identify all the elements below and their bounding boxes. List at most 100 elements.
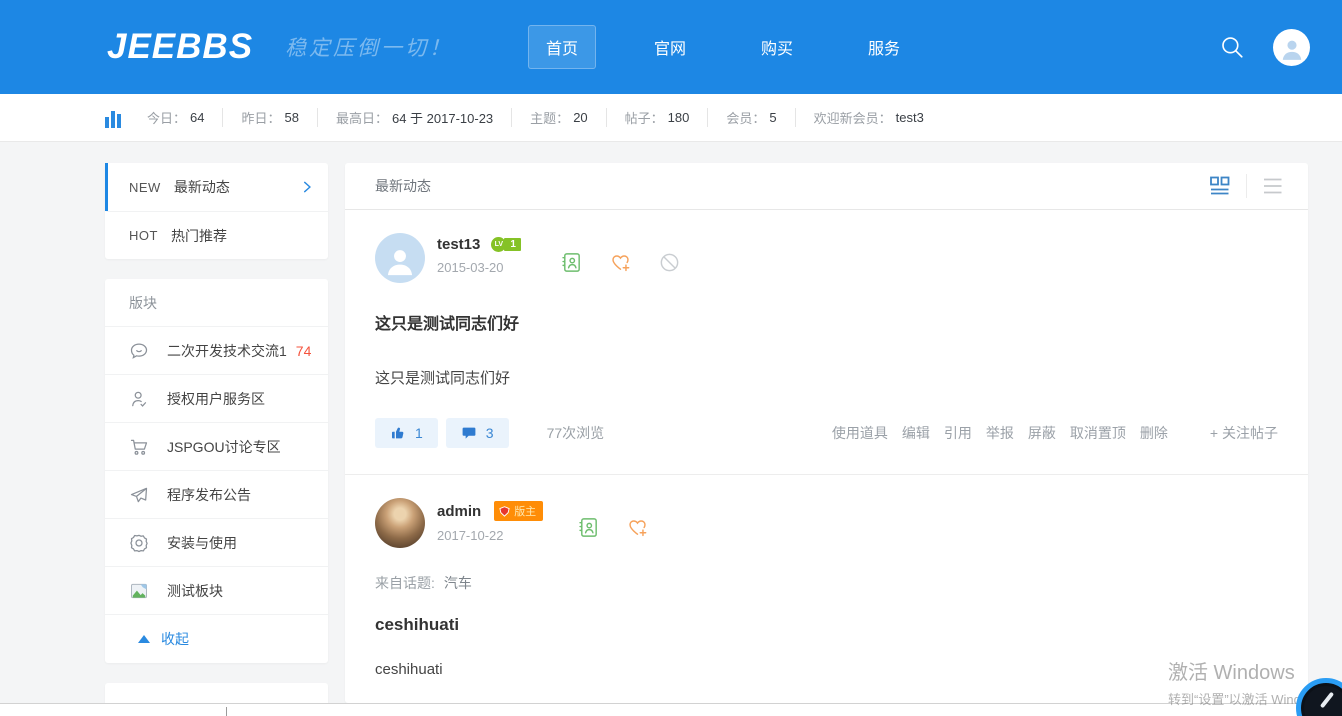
- like-button[interactable]: 1: [375, 418, 438, 448]
- user-avatar[interactable]: [1273, 28, 1310, 66]
- stat-today: 今日： 64: [147, 110, 205, 126]
- site-logo[interactable]: JEEBBS: [107, 27, 253, 67]
- post-body: ceshihuati: [375, 661, 443, 678]
- post-date: 2017-10-22: [437, 528, 504, 543]
- sidebar: NEW 最新动态 HOT 热门推荐 版块 二次开发技术交流1 74 授权用户服务…: [105, 163, 328, 716]
- image-icon: [131, 583, 147, 598]
- bottom-bar: [0, 703, 1342, 716]
- bottom-bar-tick: [226, 707, 227, 716]
- moderator-badge: 版主: [494, 501, 544, 521]
- nav-item-services[interactable]: 服务: [851, 26, 917, 68]
- newest-member-name[interactable]: test3: [896, 110, 924, 125]
- action-use-props[interactable]: 使用道具: [832, 423, 888, 443]
- panel-title: 最新动态: [375, 178, 431, 194]
- post-date: 2015-03-20: [437, 260, 504, 275]
- post-item: admin 版主 2017-10-22 来自话题: 汽车 ceshihuati: [345, 474, 1308, 678]
- shield-icon: [499, 505, 510, 517]
- collapse-boards-button[interactable]: 收起: [105, 615, 328, 663]
- top-header: JEEBBS 稳定压倒一切！ 首页 官网 购买 服务: [0, 0, 1342, 94]
- block-icon[interactable]: [658, 251, 681, 274]
- card-view-icon[interactable]: [1208, 174, 1232, 198]
- view-count: 77次浏览: [546, 425, 605, 441]
- board-label: 测试板块: [167, 582, 223, 599]
- board-item-install-usage[interactable]: 安装与使用: [105, 519, 328, 567]
- sidebar-item-hot[interactable]: HOT 热门推荐: [105, 211, 328, 259]
- tag-new: NEW: [129, 179, 161, 195]
- tag-hot: HOT: [129, 228, 158, 243]
- collapse-arrow-icon: [138, 635, 150, 643]
- post-title[interactable]: 这只是测试同志们好: [375, 310, 1278, 334]
- contact-card-icon[interactable]: [577, 516, 600, 539]
- board-item-announcements[interactable]: 程序发布公告: [105, 471, 328, 519]
- user-check-icon: [132, 391, 147, 407]
- comment-icon: [462, 427, 476, 439]
- contact-card-icon[interactable]: [560, 251, 583, 274]
- action-report[interactable]: 举报: [986, 423, 1014, 443]
- post-actions: 使用道具 编辑 引用 举报 屏蔽 取消置顶 删除: [832, 423, 1168, 443]
- sidebar-quick-card: NEW 最新动态 HOT 热门推荐: [105, 163, 328, 259]
- person-icon: [387, 250, 413, 276]
- board-label: 程序发布公告: [167, 486, 251, 503]
- action-delete[interactable]: 删除: [1140, 423, 1168, 443]
- action-hide[interactable]: 屏蔽: [1028, 423, 1056, 443]
- post-item: test13 LV 1 2015-03-20 这只是测试同志们好 这只是测试同志们…: [345, 210, 1308, 448]
- action-quote[interactable]: 引用: [944, 423, 972, 443]
- board-label: 授权用户服务区: [167, 390, 265, 407]
- person-icon: [1282, 40, 1301, 60]
- cart-icon: [130, 439, 148, 455]
- stat-topics: 主题： 20: [511, 108, 588, 127]
- sidebar-boards-card: 版块 二次开发技术交流1 74 授权用户服务区 JSPGOU讨论专区 程序发布公…: [105, 279, 328, 663]
- site-tagline: 稳定压倒一切！: [285, 36, 454, 60]
- stat-yesterday: 昨日： 58: [222, 108, 299, 127]
- comment-button[interactable]: 3: [445, 418, 509, 448]
- stat-members: 会员： 5: [707, 108, 777, 127]
- post-author-name[interactable]: test13: [437, 236, 480, 253]
- action-edit[interactable]: 编辑: [902, 423, 930, 443]
- board-item-test-board[interactable]: 测试板块: [105, 567, 328, 615]
- stat-record-day: 最高日： 64 于 2017-10-23: [316, 108, 493, 127]
- stat-posts: 帖子： 180: [605, 108, 689, 127]
- post-title[interactable]: ceshihuati: [375, 615, 1278, 635]
- sidebar-item-label: 热门推荐: [170, 227, 227, 244]
- follow-heart-icon[interactable]: [626, 516, 649, 539]
- collapse-label: 收起: [161, 631, 189, 647]
- like-count: 1: [415, 425, 423, 441]
- search-icon[interactable]: [1219, 34, 1245, 60]
- board-label: 安装与使用: [167, 534, 237, 551]
- stat-newest-member: 欢迎新会员： test3: [794, 108, 924, 127]
- follow-post-link[interactable]: + 关注帖子: [1210, 423, 1278, 443]
- list-view-icon[interactable]: [1261, 174, 1285, 198]
- level-badge: LV 1: [491, 237, 521, 252]
- main-panel-header: 最新动态: [345, 163, 1308, 210]
- toggle-divider: [1246, 174, 1247, 198]
- post-author-name[interactable]: admin: [437, 503, 481, 520]
- post-author-avatar[interactable]: [375, 233, 425, 283]
- board-item-jspgou[interactable]: JSPGOU讨论专区: [105, 423, 328, 471]
- stats-chart-icon: [105, 108, 125, 128]
- post-author-avatar[interactable]: [375, 498, 425, 548]
- nav-item-buy[interactable]: 购买: [744, 26, 810, 68]
- topic-link[interactable]: 汽车: [444, 575, 472, 591]
- topic-label: 来自话题:: [375, 575, 435, 591]
- board-label: JSPGOU讨论专区: [167, 438, 281, 455]
- board-item-dev-exchange[interactable]: 二次开发技术交流1 74: [105, 327, 328, 375]
- nav-item-official-site[interactable]: 官网: [637, 26, 703, 68]
- board-item-licensed-users[interactable]: 授权用户服务区: [105, 375, 328, 423]
- board-unread-count: 74: [295, 342, 312, 359]
- main-nav: 首页 官网 购买 服务: [528, 25, 917, 69]
- chat-bubble-icon: [130, 343, 148, 359]
- boards-section-title: 版块: [105, 279, 328, 327]
- forum-stats-bar: 今日： 64 昨日： 58 最高日： 64 于 2017-10-23 主题： 20 帖子…: [0, 94, 1342, 142]
- chevron-right-icon: [303, 181, 311, 193]
- action-unpin[interactable]: 取消置顶: [1070, 423, 1126, 443]
- sidebar-item-latest[interactable]: NEW 最新动态: [105, 163, 328, 211]
- nav-item-home[interactable]: 首页: [528, 25, 597, 69]
- main-panel: 最新动态 test13 LV 1 2015-03-20 这只是测试同志们好 这只…: [345, 163, 1308, 703]
- post-body: 这只是测试同志们好: [375, 370, 511, 387]
- post-topic-row: 来自话题: 汽车: [375, 573, 1278, 593]
- sidebar-item-label: 最新动态: [173, 179, 230, 195]
- thumbs-up-icon: [392, 427, 404, 439]
- follow-heart-icon[interactable]: [609, 251, 632, 274]
- gear-icon: [130, 534, 148, 552]
- comment-count: 3: [485, 425, 494, 441]
